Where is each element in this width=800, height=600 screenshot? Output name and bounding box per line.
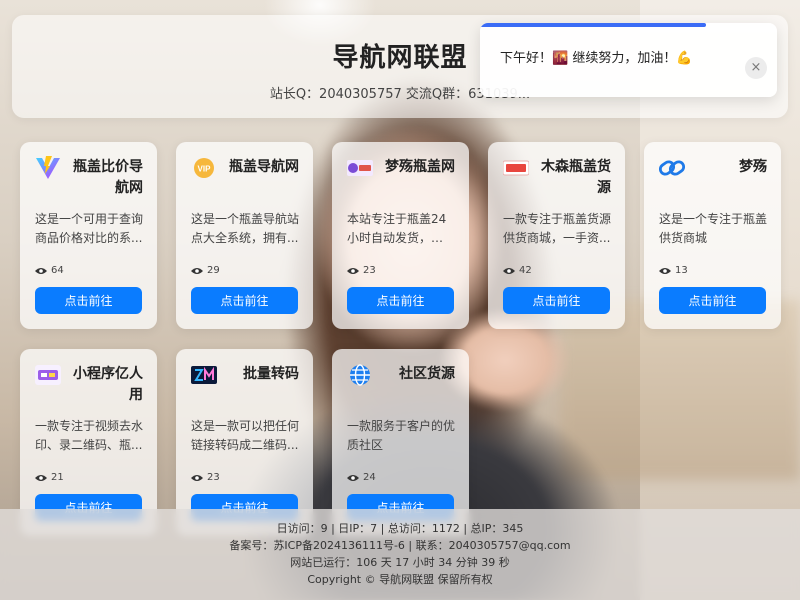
site-card: 批量转码 这是一款可以把任何链接转码成二维码... 23 点击前往 (176, 349, 313, 536)
card-view-count: 21 (35, 472, 64, 483)
view-count-value: 21 (51, 472, 64, 483)
copyright: Copyright © 导航网联盟 保留所有权 (307, 573, 493, 586)
link-icon (659, 156, 685, 180)
vip-badge-icon: VIP (191, 156, 217, 180)
eye-icon (191, 267, 203, 274)
card-view-count: 29 (191, 265, 220, 276)
svg-text:VIP: VIP (198, 165, 212, 174)
site-card: VIP 瓶盖导航网 这是一个瓶盖导航站点大全系统，拥有... 29 点击前往 (176, 142, 313, 329)
card-view-count: 64 (35, 265, 64, 276)
eye-icon (347, 267, 359, 274)
view-count-value: 23 (363, 265, 376, 276)
eye-icon (191, 474, 203, 481)
eye-icon (35, 267, 47, 274)
visit-stats: 日访问：9 | 日IP：7 | 总访问：1172 | 总IP：345 (276, 522, 524, 535)
visit-button[interactable]: 点击前往 (191, 287, 298, 314)
card-view-count: 24 (347, 472, 376, 483)
view-count-value: 64 (51, 265, 64, 276)
card-title: 木森瓶盖货源 (541, 159, 611, 196)
view-count-value: 42 (519, 265, 532, 276)
card-title: 梦殇瓶盖网 (385, 159, 455, 175)
eye-icon (659, 267, 671, 274)
globe-icon (347, 363, 373, 387)
mengshang-logo-icon (347, 156, 373, 180)
card-description: 一款专注于视频去水印、录二维码、瓶... (35, 419, 143, 452)
card-view-count: 42 (503, 265, 532, 276)
card-description: 这是一个可用于查询商品价格对比的系... (35, 212, 143, 245)
card-title: 批量转码 (243, 366, 299, 382)
site-card: 社区货源 一款服务于客户的优质社区 24 点击前往 (332, 349, 469, 536)
zm-logo-icon (191, 363, 217, 387)
eye-icon (35, 474, 47, 481)
view-count-value: 13 (675, 265, 688, 276)
view-count-value: 24 (363, 472, 376, 483)
musen-logo-icon (503, 156, 529, 180)
view-count-value: 23 (207, 472, 220, 483)
visit-button[interactable]: 点击前往 (35, 287, 142, 314)
site-card: 瓶盖比价导航网 这是一个可用于查询商品价格对比的系... 64 点击前往 (20, 142, 157, 329)
card-description: 本站专注于瓶盖24小时自动发货，一手... (347, 212, 447, 245)
icp-record: 备案号：苏ICP备2024136111号-6 | 联系：2040305757@q… (229, 539, 571, 552)
card-title: 瓶盖导航网 (229, 159, 299, 175)
yirenyong-logo-icon (35, 363, 61, 387)
card-description: 一款专注于瓶盖货源供货商城，一手资... (503, 212, 611, 245)
card-title: 梦殇 (739, 159, 767, 175)
card-description: 这是一款可以把任何链接转码成二维码... (191, 419, 299, 452)
card-title: 小程序亿人用 (73, 366, 143, 403)
greeting-toast: 下午好！🌇 继续努力，加油！💪 × (480, 23, 777, 97)
visit-button[interactable]: 点击前往 (659, 287, 766, 314)
card-view-count: 23 (191, 472, 220, 483)
card-view-count: 23 (347, 265, 376, 276)
close-icon[interactable]: × (745, 57, 767, 79)
eye-icon (347, 474, 359, 481)
card-view-count: 13 (659, 265, 688, 276)
site-card: 木森瓶盖货源 一款专注于瓶盖货源供货商城，一手资... 42 点击前往 (488, 142, 625, 329)
site-card: 梦殇瓶盖网 本站专注于瓶盖24小时自动发货，一手... 23 点击前往 (332, 142, 469, 329)
card-title: 瓶盖比价导航网 (73, 159, 143, 196)
card-description: 这是一个专注于瓶盖供货商城 (659, 212, 767, 245)
toast-message: 下午好！🌇 继续努力，加油！💪 (500, 51, 693, 66)
site-footer: 日访问：9 | 日IP：7 | 总访问：1172 | 总IP：345 备案号：苏… (0, 509, 800, 600)
uptime-counter: 网站已运行：106 天 17 小时 34 分钟 39 秒 (290, 556, 510, 569)
eye-icon (503, 267, 515, 274)
card-description: 这是一个瓶盖导航站点大全系统，拥有... (191, 212, 299, 245)
visit-button[interactable]: 点击前往 (503, 287, 610, 314)
toast-progress-bar (480, 23, 706, 27)
card-description: 一款服务于客户的优质社区 (347, 419, 455, 452)
v-logo-icon (35, 156, 61, 180)
view-count-value: 29 (207, 265, 220, 276)
visit-button[interactable]: 点击前往 (347, 287, 454, 314)
site-card: 小程序亿人用 一款专注于视频去水印、录二维码、瓶... 21 点击前往 (20, 349, 157, 536)
site-card: 梦殇 这是一个专注于瓶盖供货商城 13 点击前往 (644, 142, 781, 329)
card-title: 社区货源 (399, 366, 455, 382)
